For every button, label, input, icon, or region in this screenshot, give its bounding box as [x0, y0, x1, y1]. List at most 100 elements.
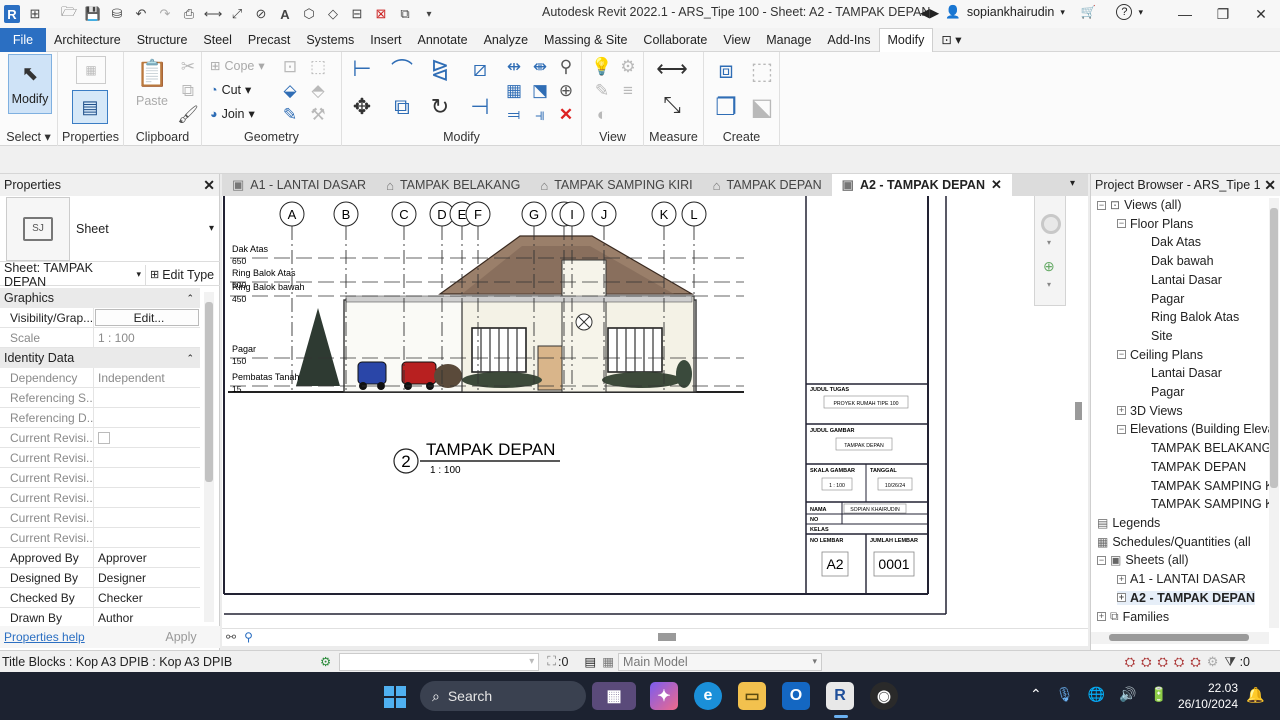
- widgets-icon[interactable]: ▦: [592, 682, 636, 710]
- outlook-icon[interactable]: O: [782, 682, 810, 710]
- create-assembly-icon[interactable]: ⧈: [710, 56, 742, 86]
- browser-node[interactable]: Site: [1137, 329, 1173, 343]
- chevron-down-icon[interactable]: ▾: [1047, 238, 1051, 247]
- type-selector[interactable]: SJ Sheet ▾: [0, 196, 220, 262]
- background-process-icon[interactable]: ⚙: [1207, 654, 1219, 670]
- property-row[interactable]: Designed By Designer: [0, 568, 200, 588]
- collapse-icon[interactable]: −: [1097, 555, 1106, 565]
- edit-type-button[interactable]: ⊞ Edit Type: [146, 268, 214, 282]
- aligned-dimension-icon[interactable]: ⤡: [654, 92, 690, 117]
- property-value[interactable]: Approver: [94, 548, 200, 567]
- measure-qat-icon[interactable]: ⟷: [204, 5, 223, 23]
- close-tab-icon[interactable]: ✕: [991, 177, 1002, 193]
- split-gap-icon[interactable]: ⇼: [528, 56, 552, 78]
- close-icon[interactable]: ✕: [1264, 177, 1276, 194]
- ribbon-tab-annotate[interactable]: Annotate: [410, 28, 476, 52]
- browser-node[interactable]: − ▣ Sheets (all): [1097, 553, 1189, 567]
- cope-button[interactable]: ⊞ Cope ▾: [210, 58, 265, 74]
- select-pinned-icon[interactable]: ⛭: [1158, 654, 1168, 670]
- search-box[interactable]: ⌕ Search: [420, 681, 586, 711]
- browser-node[interactable]: ▤ Legends: [1097, 516, 1160, 530]
- align-icon[interactable]: ⊢: [350, 56, 374, 81]
- browser-node[interactable]: Ring Balok Atas: [1137, 310, 1239, 324]
- measure-between-icon[interactable]: ⟷: [654, 56, 690, 81]
- property-value[interactable]: [94, 528, 200, 547]
- edge-icon[interactable]: e: [694, 682, 722, 710]
- drag-elements-icon[interactable]: ⛭: [1190, 654, 1200, 670]
- view-tabs-dropdown-icon[interactable]: ▾: [1070, 178, 1075, 189]
- copy-icon[interactable]: ⧉: [176, 80, 200, 102]
- trim-single-icon[interactable]: ⫣: [528, 104, 552, 126]
- browser-node[interactable]: + A1 - LANTAI DASAR: [1117, 572, 1246, 586]
- ribbon-tab-structure[interactable]: Structure: [129, 28, 196, 52]
- collapse-icon[interactable]: −: [1117, 350, 1126, 360]
- ribbon-tab-insert[interactable]: Insert: [362, 28, 409, 52]
- properties-scrollbar[interactable]: [204, 292, 214, 622]
- properties-button[interactable]: ▤: [72, 90, 108, 124]
- 3d-view-qat-icon[interactable]: ⬡: [300, 5, 318, 23]
- ribbon-tab-architecture[interactable]: Architecture: [46, 28, 129, 52]
- thin-lines-icon[interactable]: ⊟: [348, 5, 366, 23]
- browser-node[interactable]: Lantai Dasar: [1137, 366, 1222, 380]
- create-similar-icon[interactable]: ⬕: [746, 92, 778, 122]
- print-icon[interactable]: ⎙: [180, 5, 198, 23]
- property-row[interactable]: Current Revisi...: [0, 428, 200, 448]
- browser-node[interactable]: Pagar: [1137, 385, 1184, 399]
- close-icon[interactable]: ✕: [1242, 0, 1280, 28]
- split-face-icon[interactable]: ⬚: [306, 56, 330, 78]
- property-value[interactable]: Checker: [94, 588, 200, 607]
- volume-icon[interactable]: 🔊: [1119, 686, 1136, 703]
- scale-icon[interactable]: ⬔: [528, 80, 552, 102]
- vertical-scrollbar[interactable]: [1074, 196, 1084, 628]
- browser-node[interactable]: Pagar: [1137, 292, 1184, 306]
- linework-2-icon[interactable]: ≡: [616, 80, 640, 102]
- restore-icon[interactable]: ❐: [1204, 0, 1242, 28]
- select-by-face-icon[interactable]: ⛭: [1174, 654, 1184, 670]
- ribbon-tab-modify[interactable]: Modify: [878, 27, 934, 52]
- browser-node[interactable]: Lantai Dasar: [1137, 273, 1222, 287]
- ribbon-tab-view[interactable]: View: [715, 28, 758, 52]
- drawing-canvas[interactable]: Dak Atas 650 Ring Balok Atas 500 Ring Balok …: [222, 196, 1088, 628]
- browser-node[interactable]: TAMPAK SAMPING K: [1137, 497, 1273, 511]
- user-icon[interactable]: 👤: [945, 5, 961, 20]
- home-icon[interactable]: ⊞: [26, 5, 44, 23]
- override-graphics-icon[interactable]: ⚙: [616, 56, 640, 78]
- worksets-icon[interactable]: ⚙: [320, 654, 331, 669]
- unpin-icon[interactable]: ⊕: [554, 80, 578, 102]
- contextual-toggle-icon[interactable]: ⊡ ▾: [933, 28, 969, 52]
- collapse-icon[interactable]: ⌃: [186, 293, 194, 304]
- help-icon[interactable]: ?: [1116, 4, 1133, 20]
- pin-view-icon[interactable]: ⚲: [244, 630, 253, 644]
- join-button[interactable]: ◕ Join ▾: [210, 106, 255, 122]
- ribbon-tab-massing-site[interactable]: Massing & Site: [536, 28, 635, 52]
- open-icon[interactable]: 🗁: [60, 4, 78, 23]
- collapse-icon[interactable]: ⌃: [186, 353, 194, 364]
- mirror-draw-axis-icon[interactable]: ⧄: [468, 56, 492, 81]
- browser-node[interactable]: − Ceiling Plans: [1117, 348, 1203, 362]
- collapse-icon[interactable]: −: [1117, 219, 1126, 229]
- view-tab[interactable]: ⌂ TAMPAK DEPAN: [703, 174, 832, 196]
- select-group-label[interactable]: Select ▾: [0, 129, 57, 144]
- browser-hscroll[interactable]: [1091, 632, 1269, 644]
- dimension-qat-icon[interactable]: ⤢: [228, 5, 246, 23]
- properties-help-link[interactable]: Properties help: [4, 630, 85, 644]
- property-value[interactable]: Independent: [94, 368, 200, 387]
- obs-icon[interactable]: ◉: [870, 682, 898, 710]
- ribbon-tab-analyze[interactable]: Analyze: [476, 28, 536, 52]
- browser-node[interactable]: Dak Atas: [1137, 235, 1201, 249]
- paste-button[interactable]: Paste: [136, 94, 168, 108]
- editable-only-icon[interactable]: ⛶: [547, 654, 556, 669]
- browser-node[interactable]: TAMPAK DEPAN: [1137, 460, 1246, 474]
- horizontal-scrollbar[interactable]: ⚯ ⚲: [222, 628, 1088, 646]
- ribbon-tab-collaborate[interactable]: Collaborate: [635, 28, 715, 52]
- chevron-down-icon[interactable]: ▾: [1047, 280, 1051, 289]
- property-value[interactable]: [94, 448, 200, 467]
- redo-icon[interactable]: ↷: [156, 5, 174, 23]
- browser-node[interactable]: TAMPAK SAMPING K: [1137, 479, 1273, 493]
- ribbon-tab-manage[interactable]: Manage: [758, 28, 819, 52]
- graphics-section-header[interactable]: Graphics ⌃: [0, 288, 200, 308]
- browser-node[interactable]: ▦ Schedules/Quantities (all: [1097, 535, 1251, 549]
- demolish-icon[interactable]: ✎: [278, 104, 302, 126]
- close-hidden-icon[interactable]: ⊠: [372, 5, 390, 23]
- property-value[interactable]: Designer: [94, 568, 200, 587]
